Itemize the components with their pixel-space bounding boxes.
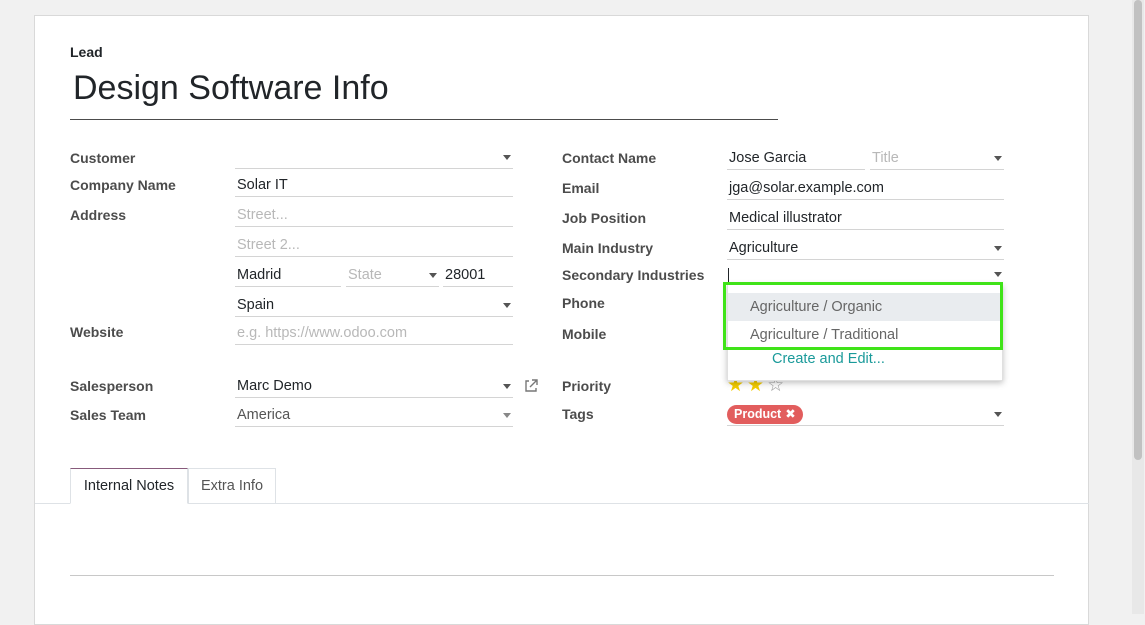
- lead-title: Design Software Info: [73, 69, 389, 107]
- job-position-input[interactable]: Medical illustrator: [727, 208, 1004, 230]
- street-input[interactable]: Street...: [235, 205, 513, 227]
- tab-extra-info[interactable]: Extra Info: [188, 468, 276, 504]
- street-placeholder: Street...: [237, 207, 288, 223]
- scrollbar-thumb[interactable]: [1134, 0, 1142, 460]
- chevron-down-icon: [994, 156, 1002, 161]
- contact-name-label: Contact Name: [562, 150, 657, 166]
- email-value: jga@solar.example.com: [729, 180, 884, 196]
- email-input[interactable]: jga@solar.example.com: [727, 178, 1004, 200]
- external-link-icon[interactable]: [524, 379, 538, 393]
- salesperson-label: Salesperson: [70, 378, 154, 394]
- email-label: Email: [562, 180, 600, 196]
- country-select[interactable]: Spain: [235, 295, 513, 317]
- chevron-down-icon: [503, 384, 511, 389]
- website-input[interactable]: e.g. https://www.odoo.com: [235, 323, 513, 345]
- city-input[interactable]: Madrid: [235, 265, 341, 287]
- sales-team-label: Sales Team: [70, 407, 147, 423]
- chevron-down-icon: [994, 246, 1002, 251]
- tags-label: Tags: [562, 406, 594, 422]
- main-industry-label: Main Industry: [562, 240, 654, 256]
- street2-input[interactable]: Street 2...: [235, 235, 513, 257]
- main-industry-select[interactable]: Agriculture: [727, 238, 1004, 260]
- salesperson-value: Marc Demo: [237, 378, 312, 394]
- create-and-edit-link[interactable]: Create and Edit...: [772, 351, 885, 367]
- zip-input[interactable]: 28001: [443, 265, 513, 287]
- job-position-value: Medical illustrator: [729, 210, 842, 226]
- company-name-value: Solar IT: [237, 177, 288, 193]
- address-label: Address: [70, 207, 127, 223]
- mobile-label: Mobile: [562, 326, 607, 342]
- street2-placeholder: Street 2...: [237, 237, 300, 253]
- company-name-label: Company Name: [70, 177, 176, 193]
- sales-team-value: America: [237, 407, 291, 423]
- tab-internal-notes[interactable]: Internal Notes: [70, 468, 188, 504]
- title-placeholder: Title: [872, 150, 899, 166]
- sales-team-select[interactable]: America: [235, 405, 513, 427]
- customer-select[interactable]: [235, 147, 513, 169]
- main-industry-value: Agriculture: [729, 240, 799, 256]
- secondary-industries-dropdown: Agriculture / Organic Agriculture / Trad…: [727, 284, 1003, 381]
- chevron-down-icon: [503, 155, 511, 160]
- contact-name-value: Jose Garcia: [729, 150, 807, 166]
- phone-label: Phone: [562, 295, 605, 311]
- priority-label: Priority: [562, 378, 612, 394]
- title-field[interactable]: Design Software Info: [70, 66, 778, 120]
- chevron-down-icon: [503, 413, 511, 418]
- record-type-label: Lead: [70, 44, 103, 60]
- website-placeholder: e.g. https://www.odoo.com: [237, 325, 408, 341]
- zip-value: 28001: [445, 267, 486, 283]
- city-value: Madrid: [237, 267, 282, 283]
- secondary-industries-label: Secondary Industries: [562, 267, 705, 283]
- chevron-down-icon: [503, 303, 511, 308]
- tag-label: Product: [734, 407, 782, 421]
- dropdown-option-organic[interactable]: Agriculture / Organic: [728, 293, 1002, 321]
- contact-title-select[interactable]: Title: [870, 148, 1004, 170]
- text-cursor: [728, 268, 729, 283]
- scrollbar[interactable]: [1131, 0, 1145, 614]
- country-value: Spain: [237, 297, 275, 313]
- dropdown-option-traditional[interactable]: Agriculture / Traditional: [728, 321, 1002, 349]
- customer-label: Customer: [70, 150, 136, 166]
- state-select[interactable]: State: [346, 265, 439, 287]
- salesperson-select[interactable]: Marc Demo: [235, 376, 513, 398]
- remove-tag-icon[interactable]: ✖: [785, 407, 795, 421]
- chevron-down-icon: [429, 273, 437, 278]
- secondary-industries-input[interactable]: [727, 264, 1004, 286]
- internal-notes-field[interactable]: [70, 575, 1054, 576]
- state-placeholder: State: [348, 267, 382, 283]
- chevron-down-icon: [994, 272, 1002, 277]
- website-label: Website: [70, 324, 124, 340]
- chevron-down-icon: [994, 412, 1002, 417]
- company-name-input[interactable]: Solar IT: [235, 175, 513, 197]
- contact-name-input[interactable]: Jose Garcia: [727, 148, 865, 170]
- tag-badge: Product ✖: [727, 405, 803, 424]
- job-position-label: Job Position: [562, 210, 646, 226]
